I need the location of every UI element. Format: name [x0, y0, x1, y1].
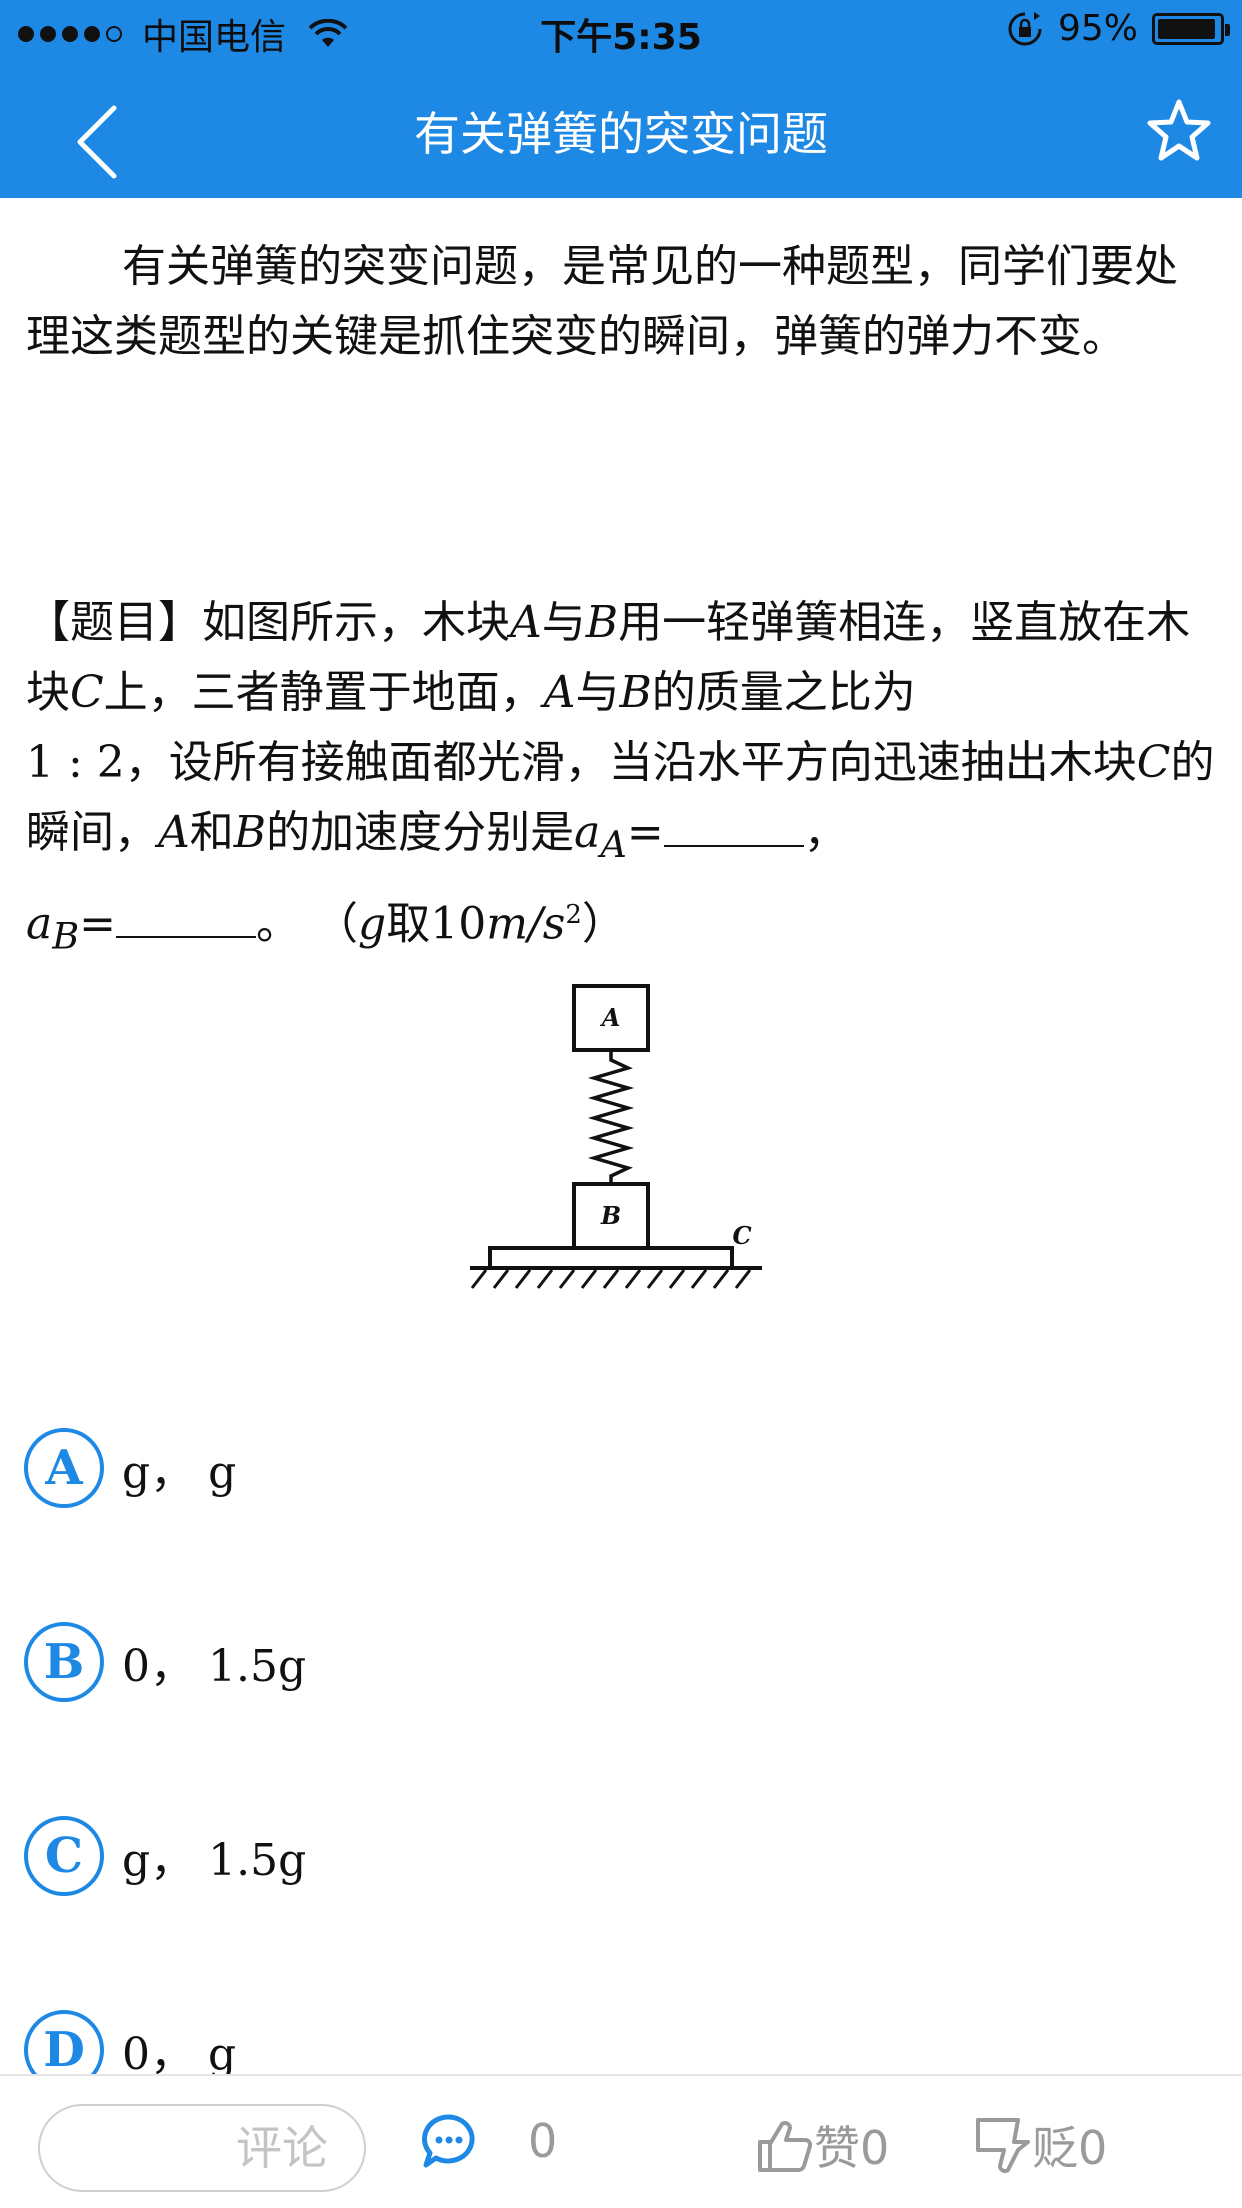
battery-fill: [1158, 18, 1215, 39]
q-unit-exp: 2: [565, 899, 582, 930]
q-var-g: g: [358, 898, 387, 950]
q-unit-m: m: [486, 898, 528, 950]
status-bar: 中国电信 下午5:35 95%: [0, 0, 1242, 62]
like-button[interactable]: 赞0: [756, 2112, 889, 2178]
q-accel-b: a: [26, 898, 53, 950]
dislike-label: 贬0: [1032, 2121, 1108, 2175]
q-var-b: B: [619, 667, 652, 718]
option-c-text: g， 1.5g: [122, 1835, 307, 1886]
block-b-label: B: [600, 1201, 621, 1230]
q-unit-slash: /: [527, 898, 543, 950]
block-a-label: A: [600, 1003, 621, 1032]
q-var-b: B: [233, 807, 267, 858]
q-var-a: A: [510, 597, 542, 648]
option-a-badge[interactable]: A: [24, 1428, 104, 1508]
spring-blocks-diagram: A B C: [470, 984, 762, 1289]
q-text: 的加速度分别是: [266, 807, 575, 858]
q-note-value: 10: [430, 898, 487, 950]
option-c-badge[interactable]: C: [24, 1816, 104, 1896]
option-b[interactable]: B 0， 1.5g: [24, 1620, 306, 1704]
q-accel-a-sub: A: [600, 822, 627, 866]
comment-count: 0: [528, 2114, 558, 2168]
q-var-a: A: [543, 667, 576, 718]
q-text: 上，三者静置于地面，: [103, 667, 544, 718]
option-c[interactable]: C g， 1.5g: [24, 1814, 306, 1898]
q-note: 取: [386, 898, 431, 950]
q-var-b: B: [585, 597, 619, 648]
q-text: 和: [189, 807, 234, 858]
rotation-lock-icon: [1008, 11, 1042, 45]
q-var-c: C: [70, 667, 104, 718]
intro-paragraph: 有关弹簧的突变问题，是常见的一种题型，同学们要处理这类题型的关键是抓住突变的瞬间…: [26, 241, 1178, 362]
ground-hatching: [470, 1269, 752, 1289]
block-c-label: C: [732, 1221, 751, 1250]
answer-blank-b: [116, 898, 257, 939]
q-text: 与: [575, 667, 620, 718]
status-right: 95%: [1006, 8, 1230, 49]
like-label: 赞0: [814, 2121, 890, 2175]
thumbs-down-icon: [976, 2118, 1030, 2173]
q-var-a: A: [158, 807, 190, 858]
q-text: ，: [803, 807, 848, 858]
q-accel-a: a: [574, 807, 601, 858]
page-title: 有关弹簧的突变问题: [414, 107, 828, 161]
q-equals: =: [626, 807, 664, 858]
thumbs-up-icon: [758, 2121, 813, 2172]
comment-input[interactable]: 评论: [38, 2104, 366, 2192]
star-outline-icon[interactable]: [1146, 98, 1212, 164]
q-accel-b-sub: B: [52, 914, 80, 958]
option-b-badge[interactable]: B: [24, 1622, 104, 1702]
q-equals: =: [79, 898, 117, 950]
q-note: ）: [581, 898, 626, 950]
q-var-c: C: [1136, 737, 1171, 788]
option-a[interactable]: A g， g: [24, 1426, 236, 1510]
q-text: 的质量之比为: [651, 667, 916, 718]
dislike-button[interactable]: 贬0: [974, 2112, 1107, 2178]
bottom-action-bar: 评论 0 赞0 贬0: [0, 2074, 1242, 2208]
option-a-text: g， g: [122, 1447, 237, 1498]
option-d-badge[interactable]: D: [24, 2010, 104, 2074]
battery-icon: [1152, 12, 1230, 45]
comment-bubble-icon[interactable]: [420, 2112, 478, 2170]
q-text: 与: [541, 597, 586, 648]
q-text: 。: [256, 898, 301, 950]
option-d[interactable]: D 0， g: [24, 2008, 236, 2074]
battery-percent: 95%: [1057, 8, 1138, 49]
option-b-text: 0， 1.5g: [122, 1641, 307, 1692]
option-d-text: 0， g: [122, 2029, 237, 2074]
q-ratio: 1 : 2: [26, 737, 125, 788]
q-note: （: [314, 898, 359, 950]
app-screen: 中国电信 下午5:35 95% 有关弹簧的突变问题 有关弹簧的突变问题，是常见的…: [0, 0, 1242, 2208]
spring: [587, 1050, 635, 1184]
q-text: ，设所有接触面都光滑，当沿水平方向迅速抽出木块: [124, 737, 1137, 788]
q-text: 【题目】如图所示，木块: [26, 597, 510, 648]
nav-bar: 有关弹簧的突变问题: [0, 62, 1242, 198]
article-content: 有关弹簧的突变问题，是常见的一种题型，同学们要处理这类题型的关键是抓住突变的瞬间…: [0, 198, 1242, 2074]
question-text: 【题目】如图所示，木块A与B用一轻弹簧相连，竖直放在木块C上，三者静置于地面，A…: [26, 588, 1226, 971]
answer-blank-a: [663, 807, 804, 847]
block-c: [488, 1246, 734, 1270]
q-unit-s: s: [542, 898, 566, 950]
